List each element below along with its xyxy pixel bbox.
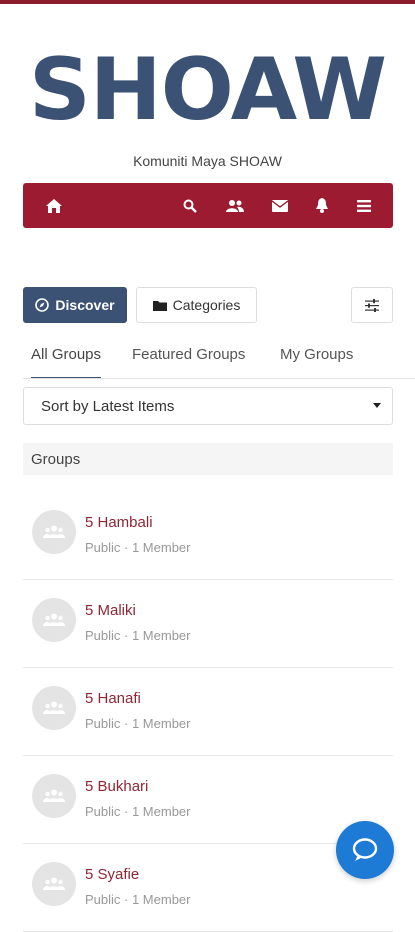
menu-icon[interactable] [350,183,378,228]
caret-down-icon [373,403,381,408]
site-tagline: Komuniti Maya SHOAW [133,153,282,169]
group-avatar-icon [32,686,76,730]
mail-icon[interactable] [266,183,294,228]
group-avatar-icon [32,774,76,818]
sort-selected-value: Sort by Latest Items [41,397,175,415]
group-meta: Public · 1 Member [85,540,191,555]
tab-all-groups[interactable]: All Groups [31,332,102,378]
group-meta: Public · 1 Member [85,716,191,731]
search-icon[interactable] [176,183,204,228]
tab-my-groups[interactable]: My Groups [280,332,353,377]
top-accent-bar [0,0,415,4]
group-tabs: All Groups Featured Groups My Groups [23,332,415,379]
list-item[interactable]: 5 Maliki Public · 1 Member [23,580,393,668]
chat-icon [352,838,378,861]
home-icon[interactable] [40,183,68,228]
group-name-link[interactable]: 5 Maliki [85,602,136,619]
sort-select[interactable]: Sort by Latest Items [23,387,393,425]
group-meta: Public · 1 Member [85,804,191,819]
group-name-link[interactable]: 5 Bukhari [85,778,148,795]
list-item[interactable]: 5 Hambali Public · 1 Member [23,492,393,580]
group-meta: Public · 1 Member [85,628,191,643]
categories-label: Categories [172,297,241,313]
discover-label: Discover [55,297,115,313]
folder-icon [152,300,167,311]
filter-button[interactable] [351,287,393,323]
users-icon[interactable] [221,183,249,228]
group-avatar-icon [32,598,76,642]
chat-button[interactable] [336,821,394,879]
main-navbar [23,183,393,228]
categories-button[interactable]: Categories [136,287,257,323]
group-name-link[interactable]: 5 Syafie [85,866,139,883]
group-avatar-icon [32,862,76,906]
group-name-link[interactable]: 5 Hambali [85,514,153,531]
compass-icon [35,298,50,312]
site-logo[interactable]: SHOAW [0,40,415,140]
groups-section-header: Groups [23,443,393,475]
group-list: 5 Hambali Public · 1 Member 5 Maliki Pub… [23,492,393,932]
sliders-icon [365,298,379,312]
tab-featured-groups[interactable]: Featured Groups [132,332,245,377]
group-avatar-icon [32,510,76,554]
list-item[interactable]: 5 Hanafi Public · 1 Member [23,668,393,756]
discover-button[interactable]: Discover [23,287,127,323]
group-name-link[interactable]: 5 Hanafi [85,690,141,707]
bell-icon[interactable] [308,183,336,228]
list-item[interactable]: 5 Bukhari Public · 1 Member [23,756,393,844]
